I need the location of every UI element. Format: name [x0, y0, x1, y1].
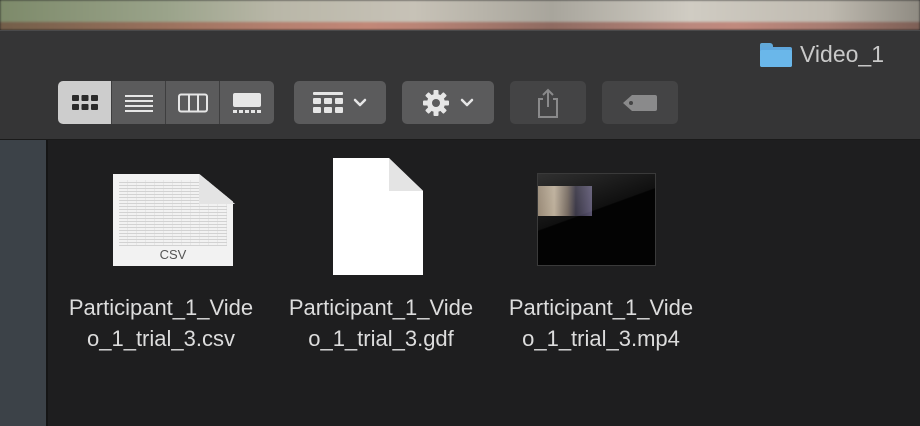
group-by-button[interactable] — [294, 81, 386, 124]
window-title-text: Video_1 — [800, 41, 884, 67]
file-item-csv[interactable]: CSV Participant_1_Vide o_1_trial_3.csv — [56, 158, 266, 354]
chevron-down-icon — [460, 98, 474, 106]
gallery-view-button[interactable] — [220, 81, 274, 124]
view-mode-segmented-control — [58, 81, 274, 124]
icon-view-button[interactable] — [58, 81, 112, 124]
column-view-button[interactable] — [166, 81, 220, 124]
gallery-icon — [233, 92, 261, 113]
chevron-down-icon — [353, 98, 367, 106]
list-view-button[interactable] — [112, 81, 166, 124]
folder-icon — [760, 42, 792, 67]
desktop-background-strip — [0, 0, 920, 30]
share-button[interactable] — [510, 81, 586, 124]
tag-icon — [623, 94, 657, 111]
file-name: Participant_1_Vide o_1_trial_3.mp4 — [508, 295, 694, 351]
file-browser-content: CSV Participant_1_Vide o_1_trial_3.csv P… — [50, 140, 920, 426]
action-menu-button[interactable] — [402, 81, 494, 124]
grid-icon — [71, 94, 98, 110]
document-file-icon — [276, 158, 486, 283]
csv-badge: CSV — [159, 247, 187, 262]
file-item-mp4[interactable]: Participant_1_Vide o_1_trial_3.mp4 — [496, 158, 706, 354]
tag-button[interactable] — [602, 81, 678, 124]
sidebar — [0, 140, 48, 426]
list-icon — [124, 94, 153, 112]
video-thumbnail — [496, 158, 706, 283]
group-grid-icon — [313, 91, 343, 113]
file-name: Participant_1_Vide o_1_trial_3.csv — [68, 295, 254, 351]
csv-file-icon: CSV — [56, 158, 266, 283]
file-name: Participant_1_Vide o_1_trial_3.gdf — [288, 295, 474, 351]
gear-icon — [423, 89, 449, 116]
share-icon — [538, 88, 558, 118]
finder-toolbar: Video_1 — [0, 30, 920, 140]
window-title: Video_1 — [760, 41, 884, 68]
columns-icon — [177, 93, 208, 112]
file-item-gdf[interactable]: Participant_1_Vide o_1_trial_3.gdf — [276, 158, 486, 354]
